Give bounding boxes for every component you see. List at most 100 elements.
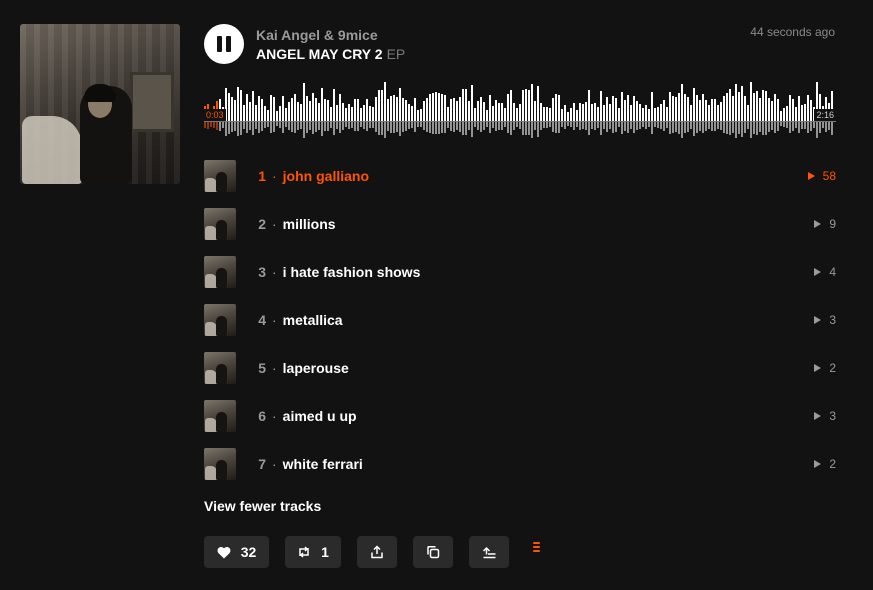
waveform-reflection-bar xyxy=(549,122,551,127)
waveform-reflection-bar xyxy=(540,122,542,130)
waveform-reflection-bar xyxy=(723,122,725,133)
track-title[interactable]: john galliano xyxy=(283,168,369,184)
waveform-reflection-bar xyxy=(264,122,266,128)
waveform-bar xyxy=(384,82,386,121)
waveform-reflection-bar xyxy=(555,122,557,133)
waveform-bar xyxy=(699,100,701,121)
waveform-reflection-bar xyxy=(270,122,272,133)
track-title[interactable]: metallica xyxy=(283,312,343,328)
waveform-reflection-bar xyxy=(816,122,818,138)
waveform-reflection-bar xyxy=(771,122,773,130)
waveform-reflection-bar xyxy=(666,122,668,128)
waveform-reflection-bar xyxy=(534,122,536,130)
track-separator: · xyxy=(272,216,277,232)
waveform-bar xyxy=(369,106,371,121)
waveform-reflection-bar xyxy=(357,122,359,131)
track-title[interactable]: laperouse xyxy=(283,360,349,376)
track-row-7[interactable]: 7 · white ferrari 2 xyxy=(204,440,836,488)
waveform-bar xyxy=(759,98,761,121)
track-number: 3 xyxy=(258,264,266,280)
waveform-bar xyxy=(540,103,542,121)
waveform-reflection-bar xyxy=(582,122,584,129)
waveform-reflection-bar xyxy=(744,122,746,133)
track-row-1[interactable]: 1 · john galliano 58 xyxy=(204,152,836,200)
thumbnail-figure xyxy=(216,460,227,480)
play-count-value: 3 xyxy=(829,409,836,423)
waveform-reflection-bar xyxy=(684,122,686,133)
play-count-value: 3 xyxy=(829,313,836,327)
waveform-reflection-bar xyxy=(414,122,416,132)
waveform-reflection-bar xyxy=(753,122,755,134)
waveform-bar xyxy=(624,100,626,121)
waveform-reflection-bar xyxy=(381,122,383,135)
track-play-count: 2 xyxy=(814,361,836,375)
release-title[interactable]: ANGEL MAY CRY 2 xyxy=(256,46,383,62)
track-title[interactable]: millions xyxy=(283,216,336,232)
track-play-count: 3 xyxy=(814,409,836,423)
waveform-bar xyxy=(705,100,707,121)
share-button[interactable] xyxy=(357,536,397,568)
waveform-reflection-bar xyxy=(309,122,311,130)
waveform-reflection-bar xyxy=(315,122,317,132)
waveform-bar xyxy=(483,102,485,121)
track-row-5[interactable]: 5 · laperouse 2 xyxy=(204,344,836,392)
waveform-bar xyxy=(390,96,392,121)
add-to-next-up-button[interactable] xyxy=(469,536,509,568)
waveform-reflection-bar xyxy=(633,122,635,133)
waveform-bar xyxy=(756,91,758,121)
waveform-bar xyxy=(423,101,425,121)
waveform-reflection-bar xyxy=(801,122,803,129)
waveform-reflection-bar xyxy=(438,122,440,134)
play-count-value: 9 xyxy=(829,217,836,231)
waveform[interactable]: 0:03 2:16 xyxy=(204,80,836,140)
copy-link-button[interactable] xyxy=(413,536,453,568)
waveform-reflection-bar xyxy=(396,122,398,132)
waveform-bar xyxy=(594,103,596,121)
waveform-bar xyxy=(588,90,590,121)
waveform-bar xyxy=(663,100,665,121)
waveform-reflection-bar xyxy=(639,122,641,129)
like-button[interactable]: 32 xyxy=(204,536,269,568)
view-fewer-tracks-link[interactable]: View fewer tracks xyxy=(204,498,321,514)
waveform-bar xyxy=(357,99,359,121)
waveform-reflection-bar xyxy=(819,122,821,133)
pause-button[interactable] xyxy=(204,24,244,64)
waveform-reflection-bar xyxy=(273,122,275,132)
track-title[interactable]: white ferrari xyxy=(283,456,363,472)
track-row-3[interactable]: 3 · i hate fashion shows 4 xyxy=(204,248,836,296)
waveform-reflection-bar xyxy=(444,122,446,133)
waveform-bar xyxy=(591,104,593,121)
pause-icon-bar xyxy=(226,36,231,52)
track-row-4[interactable]: 4 · metallica 3 xyxy=(204,296,836,344)
play-icon xyxy=(814,220,822,228)
waveform-reflection-bar xyxy=(234,122,236,131)
waveform-reflection-bar xyxy=(300,122,302,129)
track-title[interactable]: aimed u up xyxy=(283,408,357,424)
waveform-reflection-bar xyxy=(288,122,290,130)
album-cover[interactable] xyxy=(20,24,180,184)
artist-name[interactable]: Kai Angel & 9mice xyxy=(256,27,378,43)
waveform-reflection-bar xyxy=(786,122,788,128)
waveform-bar xyxy=(240,90,242,121)
waveform-bar xyxy=(246,94,248,121)
waveform-reflection-bar xyxy=(378,122,380,135)
more-icon-line xyxy=(533,542,540,544)
waveform-bar xyxy=(582,104,584,121)
waveform-bar xyxy=(660,104,662,121)
repost-button[interactable]: 1 xyxy=(285,536,341,568)
waveform-reflection-bar xyxy=(567,122,569,126)
track-title[interactable]: i hate fashion shows xyxy=(283,264,421,280)
waveform-reflection-bar xyxy=(663,122,665,131)
waveform-reflection-bar xyxy=(333,122,335,135)
track-row-6[interactable]: 6 · aimed u up 3 xyxy=(204,392,836,440)
track-row-2[interactable]: 2 · millions 9 xyxy=(204,200,836,248)
more-icon[interactable] xyxy=(532,542,542,556)
waveform-bar xyxy=(510,90,512,121)
play-icon xyxy=(814,412,822,420)
waveform-reflection-bar xyxy=(756,122,758,135)
waveform-bar xyxy=(516,108,518,121)
waveform-reflection-bar xyxy=(453,122,455,132)
release-title-line: ANGEL MAY CRY 2 EP xyxy=(256,46,405,62)
waveform-bar xyxy=(300,104,302,121)
waveform-bar xyxy=(504,108,506,121)
